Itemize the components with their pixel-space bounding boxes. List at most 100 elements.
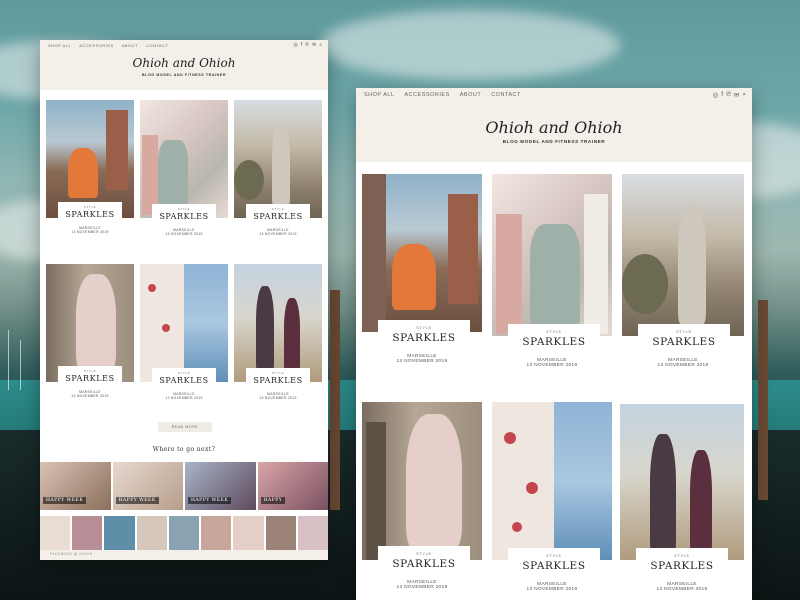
strip-tile-label: HAPPY WEEK [43, 497, 87, 504]
post-card[interactable]: STYLE SPARKLES MARSEILLE 13 NOVEMBER 201… [362, 174, 482, 374]
post-title-card: STYLE SPARKLES [378, 546, 470, 578]
mooring-post [758, 300, 768, 500]
post-title[interactable]: SPARKLES [246, 376, 310, 385]
dark-gown [256, 286, 274, 372]
search-icon[interactable]: ⌕ [742, 91, 746, 99]
post-photo[interactable] [46, 100, 134, 218]
post-card[interactable]: STYLE SPARKLES MARSEILLE 13 NOVEMBER 201… [46, 264, 134, 404]
post-photo[interactable] [492, 402, 612, 560]
brick-building [448, 194, 478, 304]
post-card[interactable]: STYLE SPARKLES MARSEILLE 13 NOVEMBER 201… [140, 100, 228, 240]
mail-icon[interactable]: ✉ [312, 42, 316, 48]
flower-print [526, 482, 538, 494]
post-photo[interactable] [620, 404, 744, 560]
post-title[interactable]: SPARKLES [58, 374, 122, 383]
post-meta: MARSEILLE 13 NOVEMBER 2019 [46, 390, 134, 398]
instagram-label[interactable]: FACEBOOK @ OHIOH [50, 552, 93, 556]
post-meta: MARSEILLE 13 NOVEMBER 2019 [140, 392, 228, 400]
social-links: ◎ f ℗ ✉ ⌕ [713, 91, 746, 99]
instagram-icon[interactable]: ◎ [294, 42, 298, 48]
post-title[interactable]: SPARKLES [508, 560, 600, 572]
post-title[interactable]: SPARKLES [58, 210, 122, 219]
post-category: STYLE [177, 371, 191, 375]
post-title[interactable]: SPARKLES [378, 558, 470, 570]
dark-gown [650, 434, 676, 554]
instagram-tile[interactable] [40, 516, 71, 550]
post-photo[interactable] [362, 174, 482, 332]
site-logo[interactable]: Ohioh and Ohioh [40, 56, 328, 70]
shrub [234, 160, 264, 200]
mail-icon[interactable]: ✉ [734, 91, 739, 99]
section-title-where-next: Where to go next? [152, 446, 216, 453]
post-category: STYLE [546, 553, 562, 558]
nav-item-shop-all[interactable]: SHOP ALL [364, 92, 395, 98]
post-title[interactable]: SPARKLES [636, 560, 728, 572]
post-card[interactable]: STYLE SPARKLES MARSEILLE 13 NOVEMBER 201… [234, 264, 322, 404]
post-photo[interactable] [622, 174, 744, 336]
post-title[interactable]: SPARKLES [152, 376, 216, 385]
post-card[interactable]: STYLE SPARKLES MARSEILLE 13 NOVEMBER 201… [234, 100, 322, 240]
nav-item-contact[interactable]: CONTACT [146, 43, 169, 48]
instagram-tile[interactable] [72, 516, 103, 550]
pink-garment [142, 135, 158, 215]
instagram-tile[interactable] [233, 516, 264, 550]
strip-tile[interactable]: HAPPY WEEK [112, 462, 183, 510]
search-icon[interactable]: ⌕ [319, 42, 322, 48]
post-title[interactable]: SPARKLES [378, 332, 470, 344]
strip-tile[interactable]: HAPPY WEEK [40, 462, 111, 510]
nav-item-contact[interactable]: CONTACT [491, 92, 521, 98]
facebook-icon[interactable]: f [721, 91, 723, 99]
instagram-tile[interactable] [168, 516, 200, 550]
cloud [320, 10, 620, 80]
post-photo[interactable] [140, 264, 228, 382]
post-card[interactable]: STYLE SPARKLES MARSEILLE 13 NOVEMBER 201… [46, 100, 134, 240]
post-title[interactable]: SPARKLES [508, 336, 600, 348]
post-card[interactable]: STYLE SPARKLES MARSEILLE 13 NOVEMBER 201… [620, 404, 744, 600]
floral-dress [492, 402, 554, 560]
post-photo[interactable] [492, 174, 612, 336]
post-photo[interactable] [234, 264, 322, 382]
post-meta: MARSEILLE 13 NOVEMBER 2019 [362, 580, 482, 590]
post-card[interactable]: STYLE SPARKLES MARSEILLE 13 NOVEMBER 201… [492, 174, 612, 374]
instagram-icon[interactable]: ◎ [713, 91, 719, 99]
post-title[interactable]: SPARKLES [152, 212, 216, 221]
nav-item-about[interactable]: ABOUT [460, 92, 481, 98]
post-title[interactable]: SPARKLES [246, 212, 310, 221]
site-logo[interactable]: Ohioh and Ohioh [356, 118, 752, 137]
post-date: 13 NOVEMBER 2019 [259, 396, 297, 400]
dark-gown [284, 298, 300, 372]
post-photo[interactable] [234, 100, 322, 218]
instagram-tile[interactable] [297, 516, 328, 550]
post-card[interactable]: STYLE SPARKLES MARSEILLE 13 NOVEMBER 201… [140, 264, 228, 404]
post-title-card: STYLE SPARKLES [152, 204, 216, 226]
post-category: STYLE [676, 329, 692, 334]
instagram-tile[interactable] [265, 516, 296, 550]
post-date: 13 NOVEMBER 2019 [526, 363, 578, 368]
post-title[interactable]: SPARKLES [638, 336, 730, 348]
post-photo[interactable] [362, 402, 482, 560]
post-meta: MARSEILLE 13 NOVEMBER 2019 [140, 228, 228, 236]
post-photo[interactable] [140, 100, 228, 218]
post-title-card: STYLE SPARKLES [58, 202, 122, 224]
facebook-icon[interactable]: f [301, 42, 302, 48]
instagram-tile[interactable] [136, 516, 167, 550]
instagram-tile[interactable] [104, 516, 135, 550]
instagram-footer: FACEBOOK @ OHIOH [40, 550, 328, 560]
social-links: ◎ f ℗ ✉ ⌕ [294, 42, 322, 48]
strip-tile[interactable]: HAPPY WEEK [185, 462, 256, 510]
strip-tile[interactable]: HAPPY [257, 462, 328, 510]
nav-item-accessories[interactable]: ACCESSORIES [79, 43, 113, 48]
nav-item-about[interactable]: ABOUT [122, 43, 138, 48]
pinterest-icon[interactable]: ℗ [305, 42, 309, 48]
nav-item-shop-all[interactable]: SHOP ALL [48, 43, 71, 48]
instagram-tile[interactable] [201, 516, 232, 550]
post-card[interactable]: STYLE SPARKLES MARSEILLE 13 NOVEMBER 201… [492, 402, 612, 600]
post-card[interactable]: STYLE SPARKLES MARSEILLE 13 NOVEMBER 201… [362, 402, 482, 600]
nav-item-accessories[interactable]: ACCESSORIES [405, 92, 450, 98]
read-more-button[interactable]: READ MORE [158, 422, 212, 432]
pinterest-icon[interactable]: ℗ [726, 91, 731, 99]
post-card[interactable]: STYLE SPARKLES MARSEILLE 13 NOVEMBER 201… [622, 174, 744, 374]
post-photo[interactable] [46, 264, 134, 382]
floral-dress [140, 264, 184, 382]
main-nav: SHOP ALL ACCESSORIES ABOUT CONTACT [364, 92, 521, 98]
